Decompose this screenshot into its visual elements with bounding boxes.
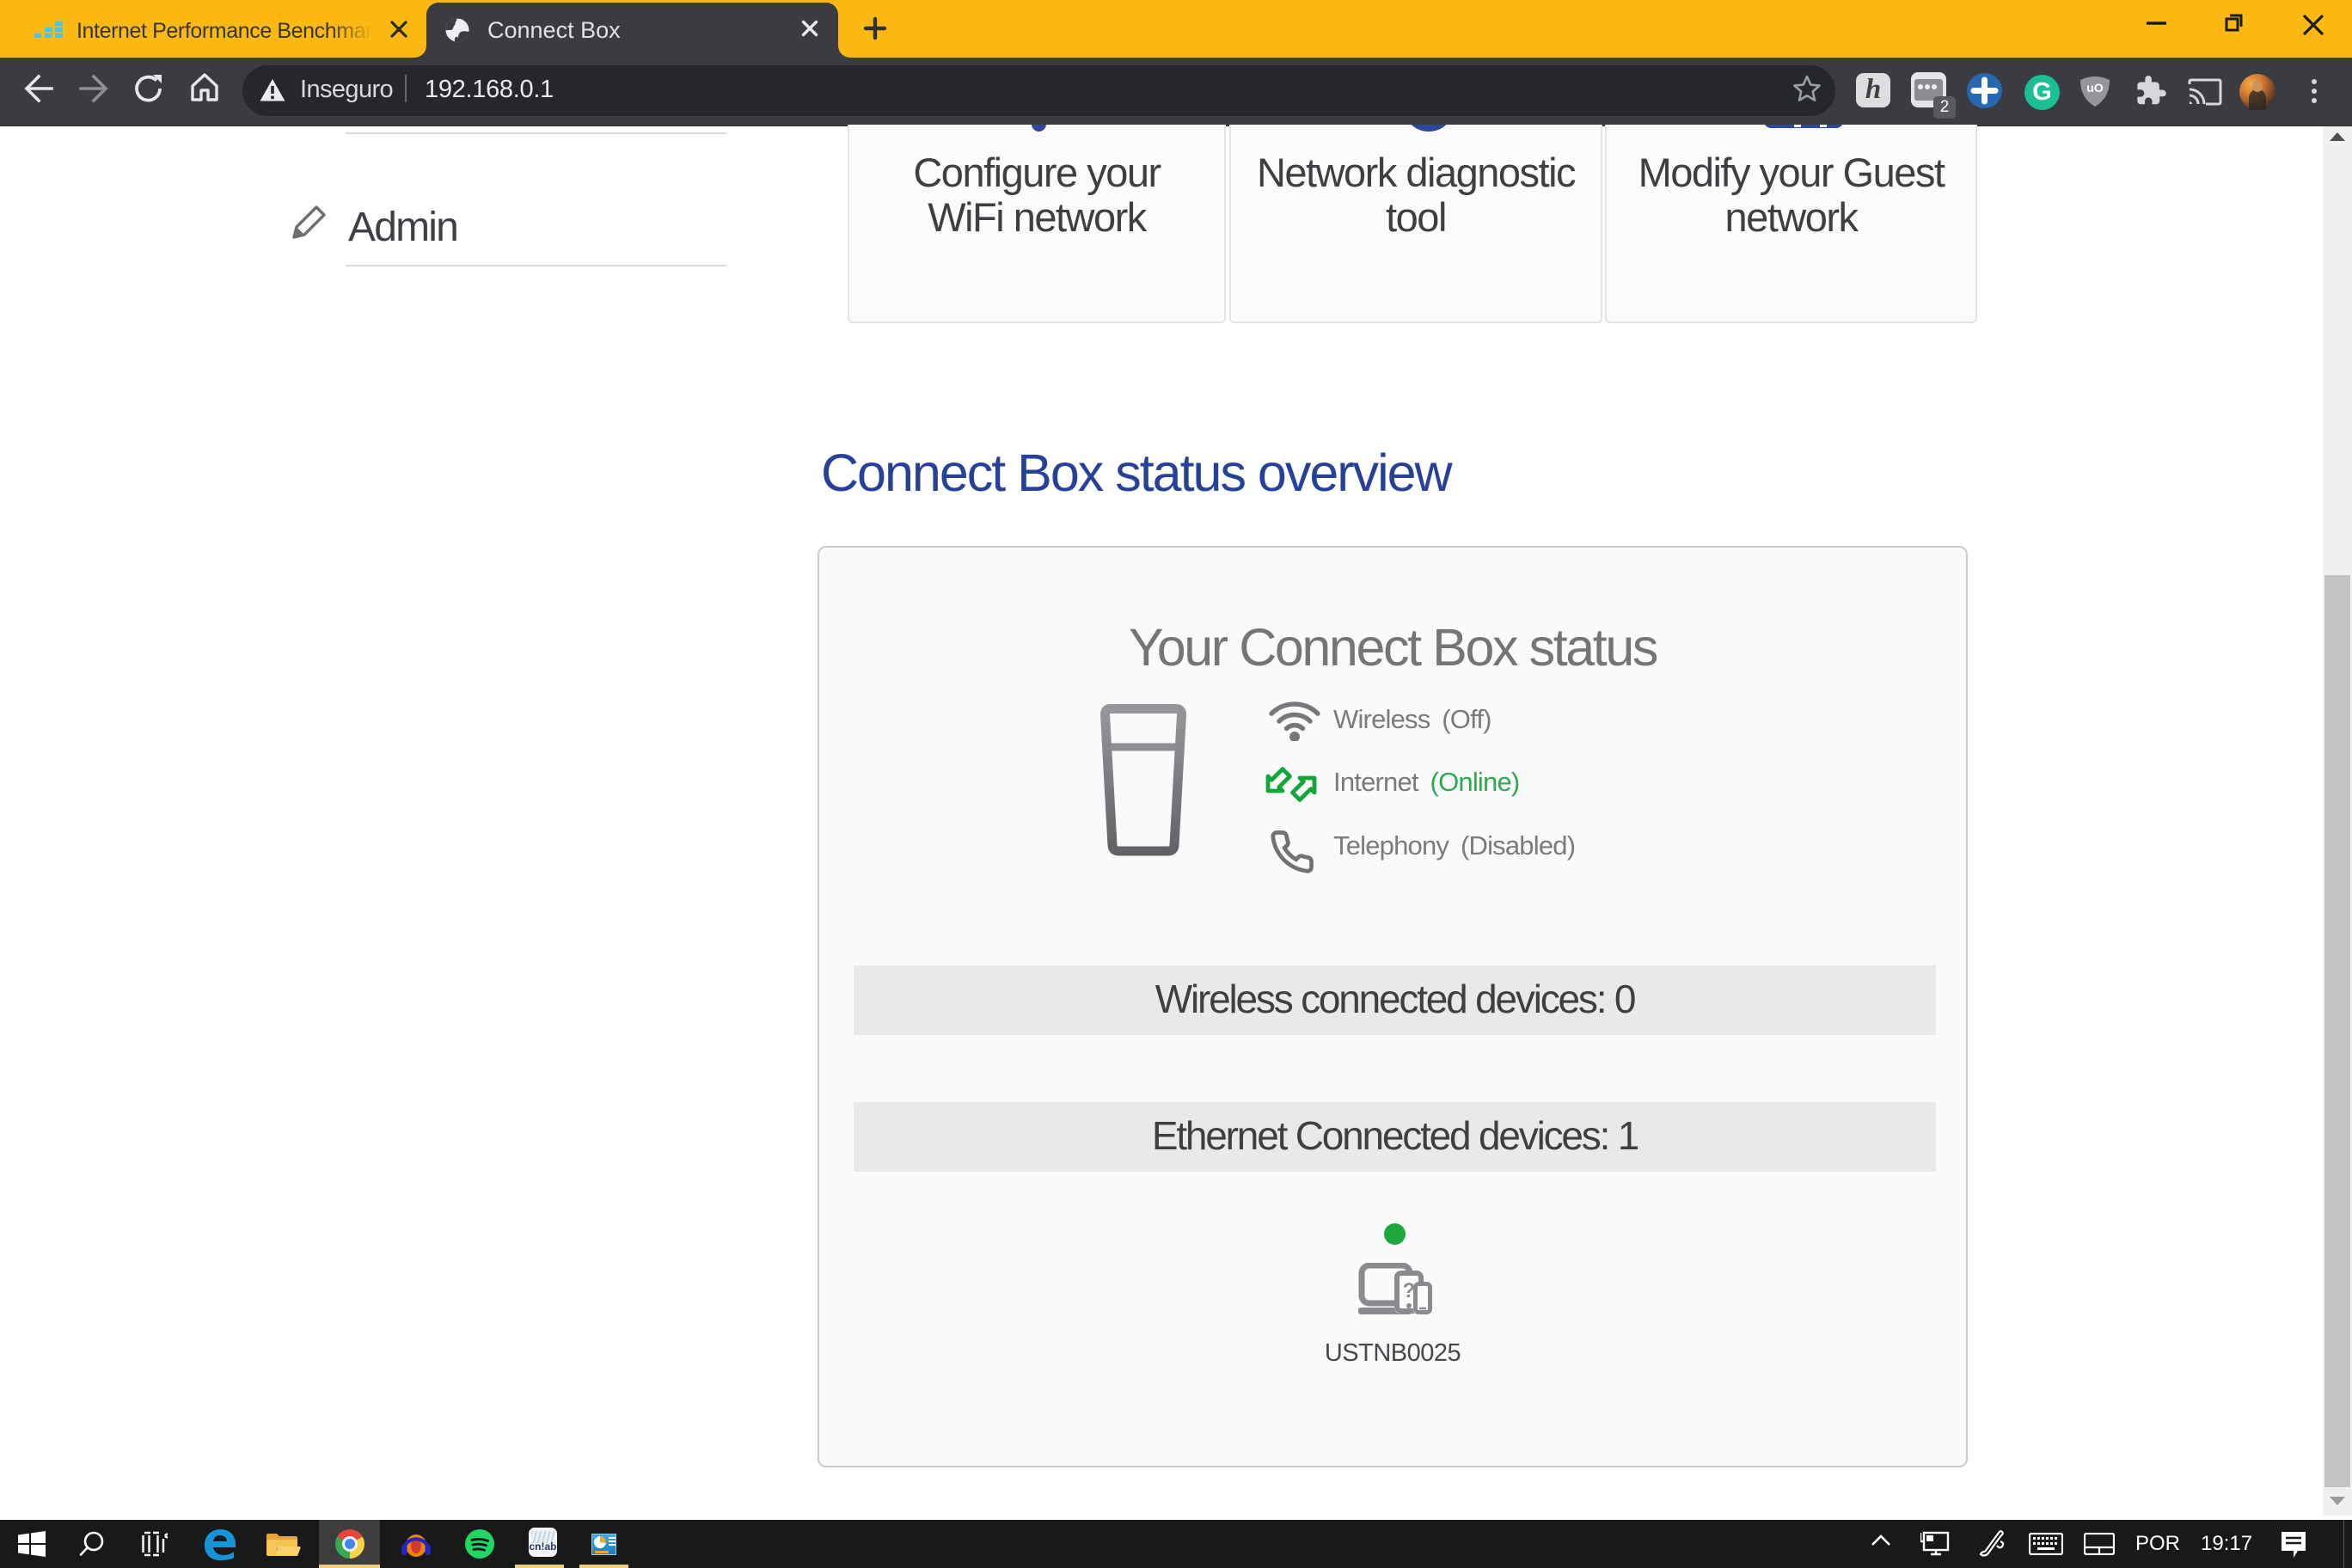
svg-text:uO: uO — [2086, 81, 2104, 95]
